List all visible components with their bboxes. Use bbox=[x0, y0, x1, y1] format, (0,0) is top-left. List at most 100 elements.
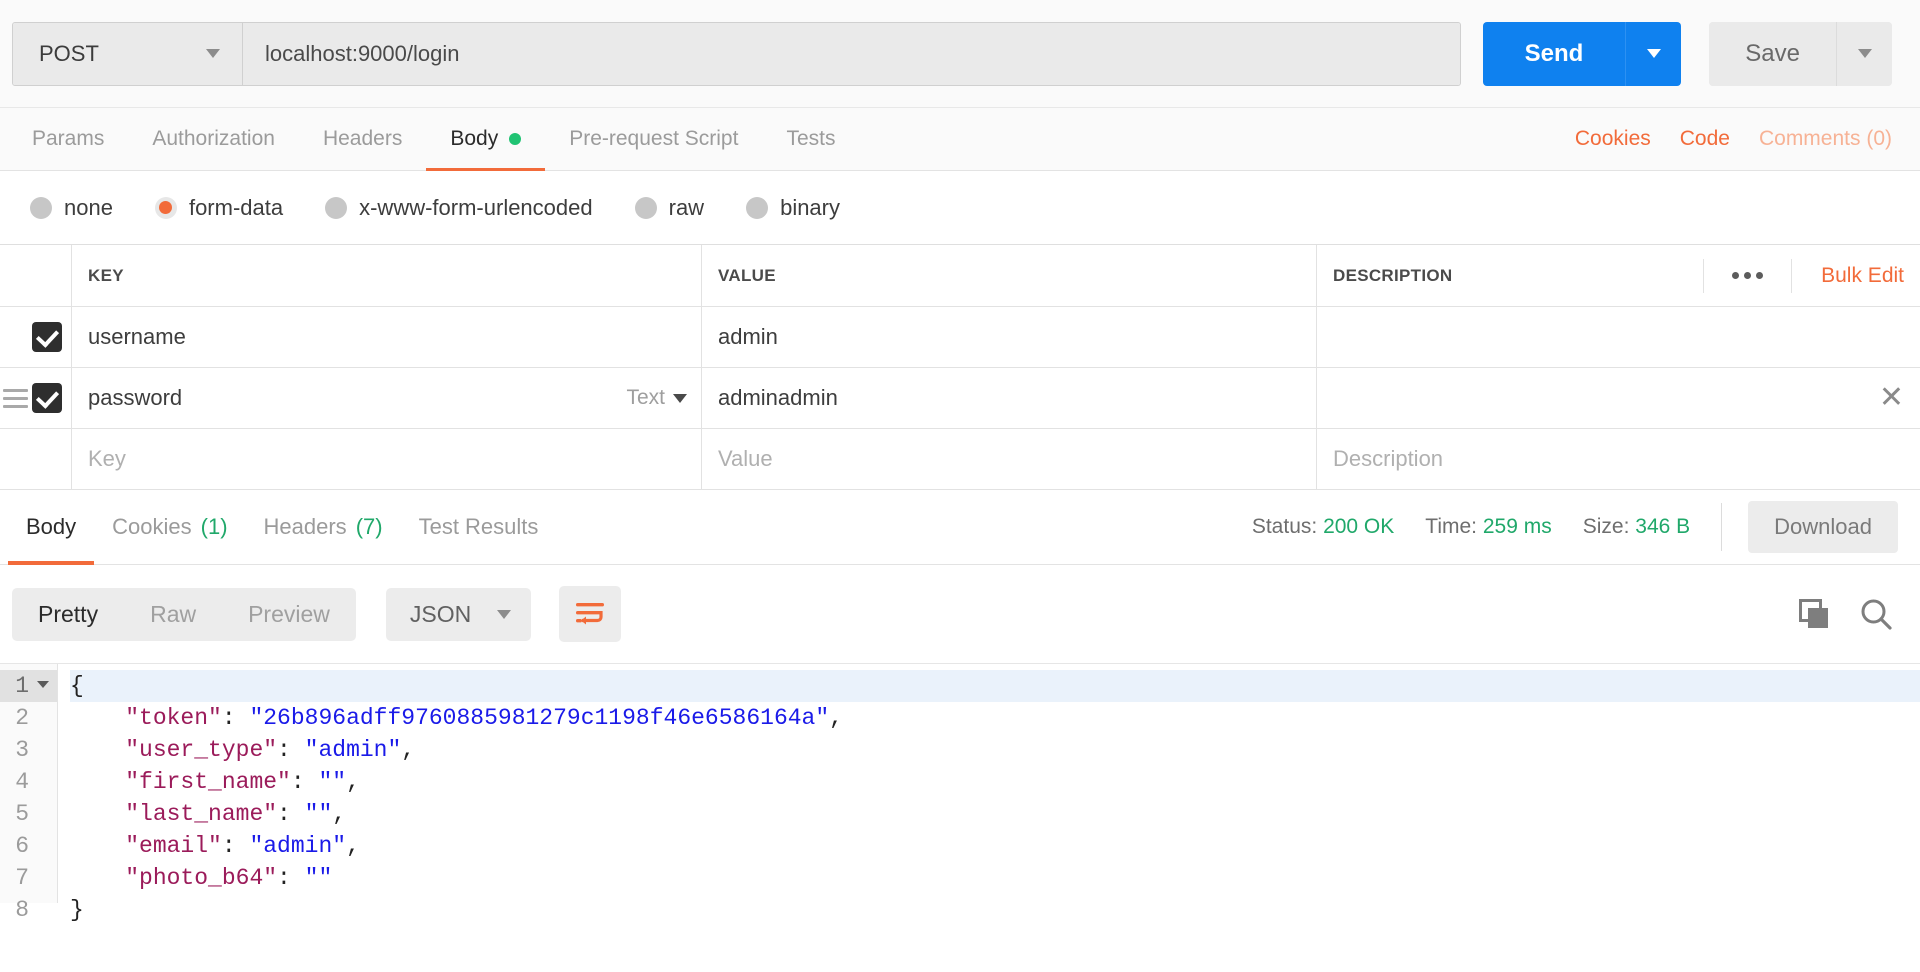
tab-params[interactable]: Params bbox=[8, 108, 128, 170]
radio-label: form-data bbox=[188, 194, 284, 220]
code-token: : bbox=[221, 833, 250, 859]
row-value-cell[interactable]: admin bbox=[702, 307, 1317, 367]
response-tab-cookies[interactable]: Cookies (1) bbox=[94, 490, 245, 564]
editor-line-numbers: 1 2 3 4 5 6 7 8 bbox=[0, 664, 58, 923]
search-response-button[interactable] bbox=[1860, 598, 1892, 630]
time-badge: Time: 259 ms bbox=[1425, 515, 1551, 539]
tab-label: Tests bbox=[786, 127, 836, 150]
status-badge: Status: 200 OK bbox=[1252, 515, 1394, 539]
code-token: , bbox=[401, 737, 416, 763]
editor-code-content[interactable]: { "token": "26b896adff9760885981279c1198… bbox=[58, 664, 1920, 923]
tab-authorization[interactable]: Authorization bbox=[128, 108, 299, 170]
code-token: "first_name" bbox=[125, 769, 291, 795]
code-token: "email" bbox=[125, 833, 222, 859]
save-button-group: Save bbox=[1709, 21, 1892, 86]
bulk-edit-button[interactable]: Bulk Edit bbox=[1792, 264, 1904, 288]
send-options-button[interactable] bbox=[1625, 21, 1682, 86]
response-tab-headers[interactable]: Headers (7) bbox=[246, 490, 401, 564]
size-value: 346 B bbox=[1635, 515, 1691, 538]
header-value-cell: VALUE bbox=[702, 245, 1317, 306]
tab-label: Test Results bbox=[418, 514, 539, 539]
drag-handle-icon[interactable] bbox=[3, 388, 28, 408]
response-format-select[interactable]: JSON bbox=[385, 587, 532, 641]
new-row-key-cell[interactable]: Key bbox=[72, 429, 702, 489]
body-type-form-data[interactable]: form-data bbox=[154, 194, 284, 221]
tab-headers[interactable]: Headers bbox=[299, 108, 426, 170]
row-type-dropdown[interactable]: Text bbox=[626, 386, 687, 410]
body-type-none[interactable]: none bbox=[30, 195, 113, 221]
body-type-binary[interactable]: binary bbox=[746, 195, 840, 221]
code-link[interactable]: Code bbox=[1680, 127, 1730, 151]
code-token: "" bbox=[304, 801, 333, 827]
tab-tests[interactable]: Tests bbox=[762, 108, 859, 170]
view-toolbar-left: Pretty Raw Preview JSON bbox=[12, 586, 622, 642]
save-button[interactable]: Save bbox=[1709, 21, 1836, 86]
tab-count: (1) bbox=[200, 514, 228, 539]
row-key-cell[interactable]: username bbox=[72, 307, 702, 367]
response-tab-test-results[interactable]: Test Results bbox=[401, 490, 557, 564]
response-format-label: JSON bbox=[409, 600, 472, 627]
response-tab-body[interactable]: Body bbox=[8, 490, 95, 565]
row-enabled-checkbox[interactable] bbox=[32, 322, 62, 352]
response-body-editor[interactable]: 1 2 3 4 5 6 7 8 { "token": "26b896adff976088598… bbox=[0, 663, 1920, 923]
form-data-table: KEY VALUE DESCRIPTION Bulk Edit username… bbox=[0, 244, 1920, 490]
radio-icon bbox=[746, 196, 769, 219]
row-description-cell[interactable] bbox=[1317, 307, 1920, 367]
cookies-link[interactable]: Cookies bbox=[1575, 127, 1651, 151]
http-method-select[interactable]: POST bbox=[13, 22, 243, 85]
request-tab-links: Cookies Code Comments (0) bbox=[1546, 108, 1892, 170]
send-button[interactable]: Send bbox=[1482, 21, 1626, 86]
delete-row-icon[interactable]: ✕ bbox=[1879, 383, 1904, 413]
header-description-label: DESCRIPTION bbox=[1333, 265, 1453, 285]
body-type-raw[interactable]: raw bbox=[634, 195, 704, 221]
copy-to-clipboard-button[interactable] bbox=[1798, 598, 1830, 630]
view-mode-raw[interactable]: Raw bbox=[124, 588, 222, 641]
row-key-text: username bbox=[88, 324, 186, 349]
code-token: , bbox=[346, 833, 360, 859]
new-row-checkbox-cell bbox=[0, 429, 72, 489]
header-actions: Bulk Edit bbox=[1703, 258, 1904, 293]
time-label: Time: bbox=[1425, 515, 1478, 538]
comments-link[interactable]: Comments (0) bbox=[1759, 127, 1892, 151]
tab-pre-request-script[interactable]: Pre-request Script bbox=[545, 108, 762, 170]
code-token: : bbox=[277, 801, 305, 827]
row-enabled-checkbox[interactable] bbox=[32, 383, 62, 413]
save-options-button[interactable] bbox=[1836, 21, 1892, 86]
request-url-input[interactable] bbox=[243, 22, 1460, 85]
new-row-value-cell[interactable]: Value bbox=[702, 429, 1317, 489]
status-value: 200 OK bbox=[1323, 515, 1395, 538]
row-key-cell[interactable]: password Text bbox=[72, 368, 702, 428]
tab-label: Headers bbox=[322, 127, 403, 150]
code-token: "" bbox=[304, 865, 333, 891]
table-row: username admin bbox=[0, 307, 1920, 368]
code-token: "" bbox=[318, 769, 347, 795]
tab-count: (7) bbox=[355, 514, 383, 539]
body-type-x-www-form-urlencoded[interactable]: x-www-form-urlencoded bbox=[325, 195, 593, 221]
request-tab-bar: Params Authorization Headers Body Pre-re… bbox=[0, 108, 1920, 171]
row-value-cell[interactable]: adminadmin bbox=[702, 368, 1317, 428]
radio-selected-icon bbox=[154, 196, 177, 219]
view-mode-preview[interactable]: Preview bbox=[222, 588, 356, 641]
download-button[interactable]: Download bbox=[1748, 501, 1898, 553]
response-view-toolbar: Pretty Raw Preview JSON bbox=[0, 565, 1920, 663]
fold-triangle-icon[interactable] bbox=[37, 681, 49, 688]
tab-body[interactable]: Body bbox=[426, 108, 546, 171]
header-key-cell: KEY bbox=[72, 245, 702, 306]
row-type-label: Text bbox=[626, 386, 665, 409]
word-wrap-toggle[interactable] bbox=[559, 586, 622, 642]
code-token: : bbox=[221, 705, 250, 731]
code-token: "admin" bbox=[249, 833, 347, 859]
row-description-cell[interactable]: ✕ bbox=[1317, 368, 1920, 428]
tab-label: Authorization bbox=[152, 127, 275, 150]
new-row-description-cell[interactable]: Description bbox=[1317, 429, 1920, 489]
code-token: "user_type" bbox=[125, 737, 278, 763]
code-token: "26b896adff9760885981279c1198f46e6586164… bbox=[249, 705, 830, 731]
method-and-url-group: POST bbox=[12, 21, 1461, 86]
more-options-icon[interactable] bbox=[1703, 258, 1793, 293]
header-key-label: KEY bbox=[88, 265, 124, 285]
header-description-cell: DESCRIPTION Bulk Edit bbox=[1317, 245, 1920, 306]
view-mode-pretty[interactable]: Pretty bbox=[12, 588, 124, 641]
